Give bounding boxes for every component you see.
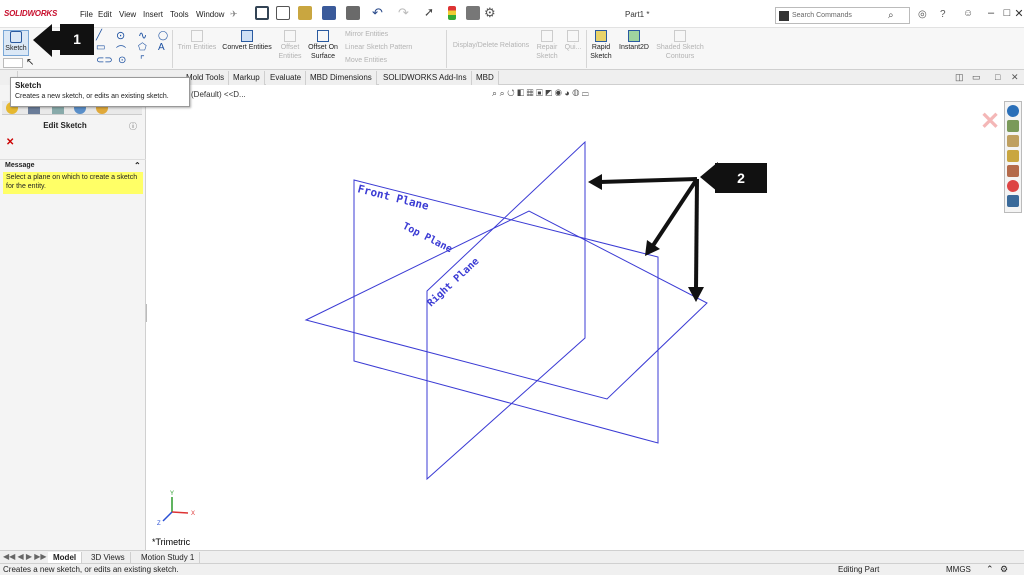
status-rebuild-icon[interactable]: ⚙	[1000, 564, 1008, 575]
callout-2-arrows	[588, 174, 704, 302]
status-bar: Creates a new sketch, or edits an existi…	[0, 563, 1024, 575]
callout-2-badge: 2	[715, 163, 767, 193]
status-units[interactable]: MMGS	[946, 565, 971, 574]
sketch-tooltip: Sketch Creates a new sketch, or edits an…	[10, 77, 190, 107]
units-chevron-icon[interactable]: ⌃	[986, 564, 994, 575]
callout-1-arrow	[33, 24, 60, 57]
callout-1-badge: 1	[60, 24, 94, 55]
bottom-tabs: ◀◀ ◀ ▶ ▶▶ Model 3D Views Motion Study 1	[0, 550, 1024, 564]
status-message: Creates a new sketch, or edits an existi…	[3, 565, 179, 574]
status-editing-part: Editing Part	[838, 565, 880, 574]
tooltip-description: Creates a new sketch, or edits an existi…	[15, 93, 169, 100]
tooltip-title: Sketch	[15, 81, 42, 90]
scroll-first-icon[interactable]: ◀◀ ◀ ▶ ▶▶	[3, 552, 47, 561]
